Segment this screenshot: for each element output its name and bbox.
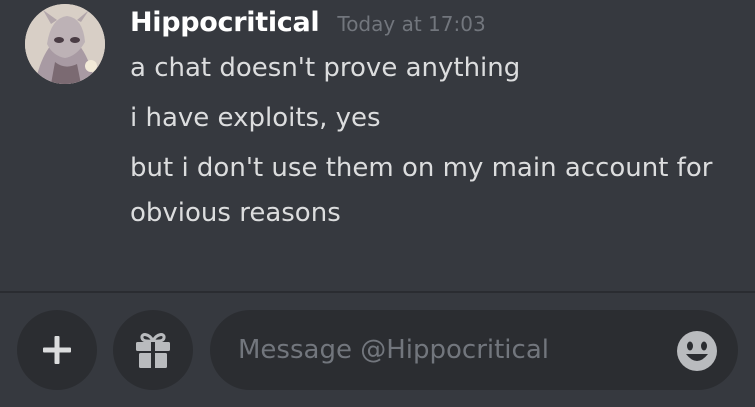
emoji-picker-button[interactable] xyxy=(676,330,718,372)
message-line: a chat doesn't prove anything xyxy=(130,53,521,83)
plus-icon xyxy=(43,336,71,364)
chat-message: Hippocritical Today at 17:03 a chat does… xyxy=(0,0,755,290)
gift-icon xyxy=(136,333,170,368)
add-attachment-button[interactable] xyxy=(17,310,97,390)
message-input-placeholder: Message @Hippocritical xyxy=(238,335,549,365)
dm-chat-screen: Hippocritical Today at 17:03 a chat does… xyxy=(0,0,755,407)
message-input[interactable]: Message @Hippocritical xyxy=(210,310,738,390)
avatar-image xyxy=(25,4,105,84)
emoji-icon xyxy=(677,331,717,371)
author-name[interactable]: Hippocritical xyxy=(130,7,320,38)
message-header: Hippocritical Today at 17:03 xyxy=(130,7,486,43)
message-timestamp: Today at 17:03 xyxy=(337,12,486,36)
message-line: i have exploits, yes xyxy=(130,103,381,133)
send-gift-button[interactable] xyxy=(113,310,193,390)
message-line: but i don't use them on my main account … xyxy=(130,153,713,228)
composer-divider xyxy=(0,291,755,293)
avatar[interactable] xyxy=(25,4,105,84)
